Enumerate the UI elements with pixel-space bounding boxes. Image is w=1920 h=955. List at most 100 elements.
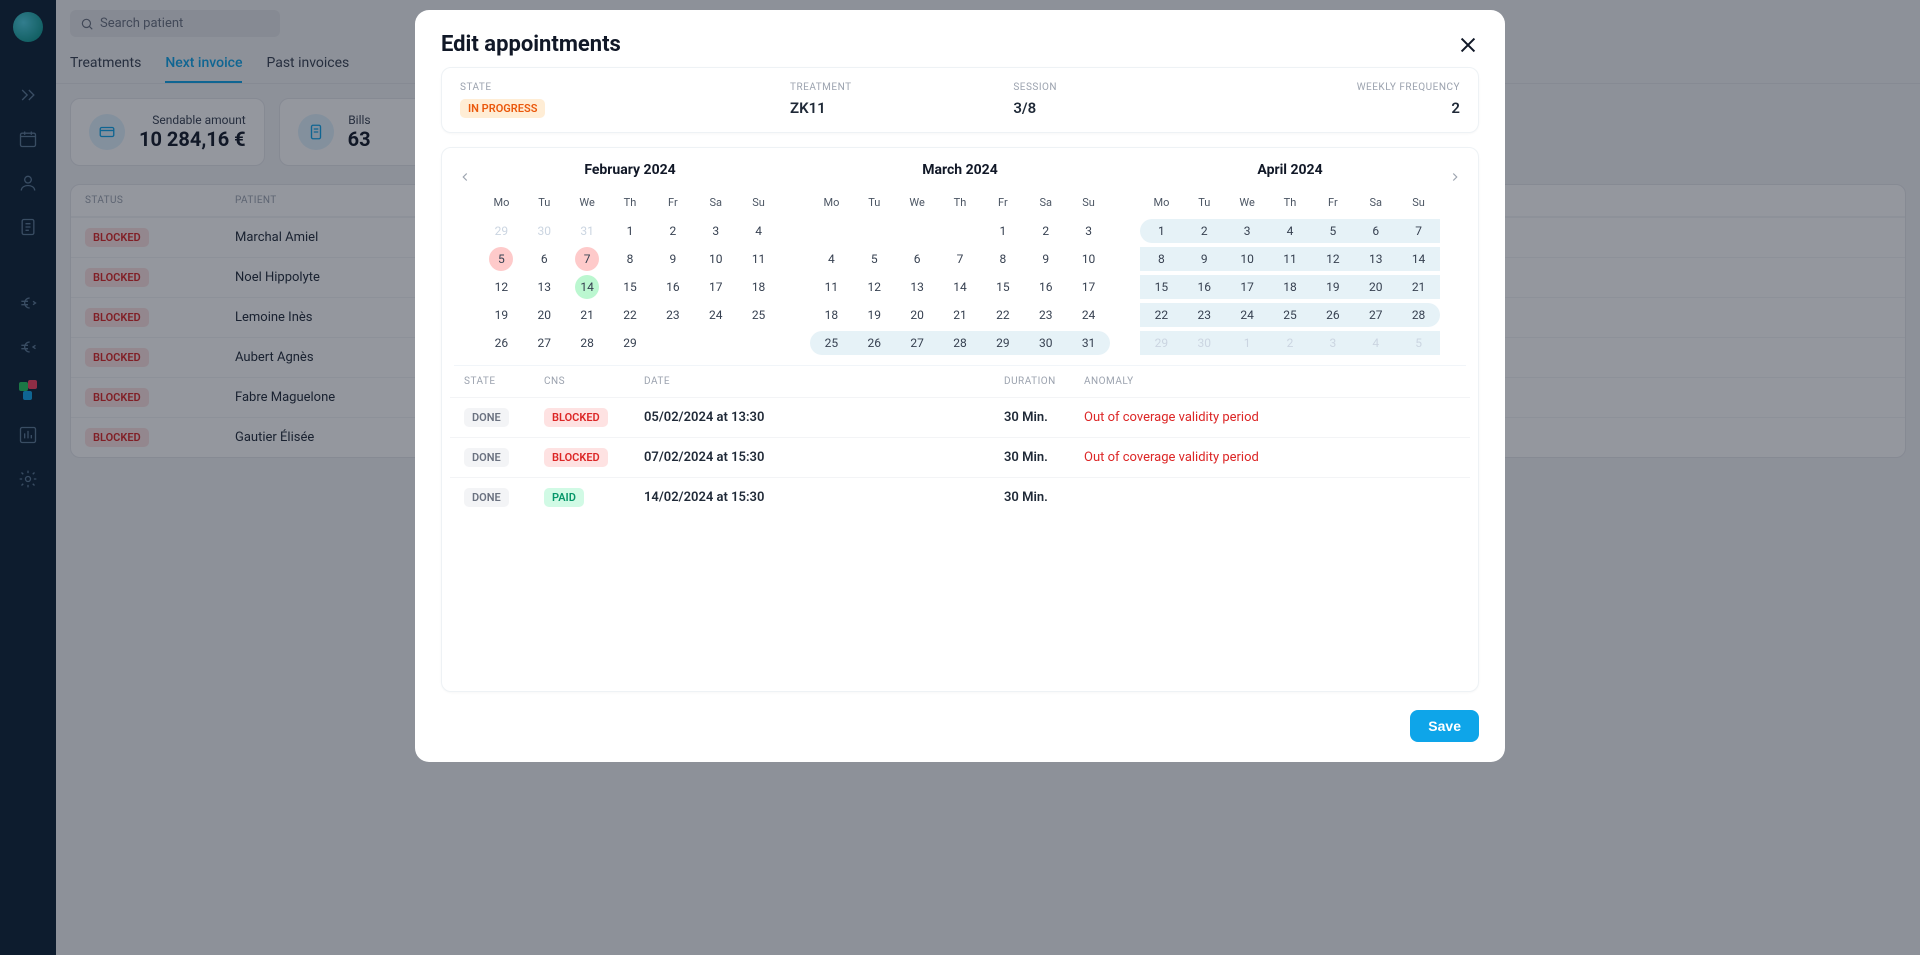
calendar-day[interactable]: 29	[609, 331, 652, 355]
calendar-day[interactable]: 4	[1354, 331, 1397, 355]
calendar-day[interactable]: 3	[1311, 331, 1354, 355]
calendar-day[interactable]: 28	[1397, 303, 1440, 327]
calendar-day[interactable]: 27	[523, 331, 566, 355]
calendar-day[interactable]: 13	[896, 275, 939, 299]
calendar-day[interactable]: 5	[480, 247, 523, 271]
calendar-day[interactable]: 9	[1024, 247, 1067, 271]
calendar-day[interactable]: 10	[694, 247, 737, 271]
calendar-day[interactable]: 12	[853, 275, 896, 299]
calendar-day[interactable]: 19	[1311, 275, 1354, 299]
calendar-day[interactable]: 22	[981, 303, 1024, 327]
calendar-day[interactable]: 21	[566, 303, 609, 327]
calendar-day[interactable]: 8	[981, 247, 1024, 271]
calendar-day[interactable]: 20	[1354, 275, 1397, 299]
calendar-day[interactable]: 29	[480, 219, 523, 243]
calendar-day[interactable]: 11	[1269, 247, 1312, 271]
next-month-button[interactable]	[1440, 162, 1470, 192]
calendar-day[interactable]: 15	[981, 275, 1024, 299]
close-button[interactable]	[1457, 34, 1479, 56]
calendar-day[interactable]: 10	[1067, 247, 1110, 271]
calendar-day[interactable]: 26	[480, 331, 523, 355]
calendar-day[interactable]: 13	[1354, 247, 1397, 271]
calendar-day[interactable]: 25	[810, 331, 853, 355]
calendar-day[interactable]: 17	[1226, 275, 1269, 299]
calendar-day[interactable]: 31	[566, 219, 609, 243]
calendar-day[interactable]: 29	[981, 331, 1024, 355]
calendar-day[interactable]: 7	[939, 247, 982, 271]
calendar-day[interactable]: 13	[523, 275, 566, 299]
calendar-day[interactable]: 18	[737, 275, 780, 299]
calendar-day[interactable]: 31	[1067, 331, 1110, 355]
calendar-day[interactable]: 28	[939, 331, 982, 355]
calendar-day[interactable]: 4	[737, 219, 780, 243]
calendar-day[interactable]: 27	[1354, 303, 1397, 327]
prev-month-button[interactable]	[450, 162, 480, 192]
calendar-day[interactable]: 1	[609, 219, 652, 243]
calendar-day[interactable]: 21	[939, 303, 982, 327]
calendar-day[interactable]: 22	[1140, 303, 1183, 327]
calendar-day[interactable]: 17	[1067, 275, 1110, 299]
calendar-day[interactable]: 15	[1140, 275, 1183, 299]
calendar-day[interactable]: 12	[1311, 247, 1354, 271]
calendar-day[interactable]: 25	[737, 303, 780, 327]
calendar-day[interactable]: 8	[609, 247, 652, 271]
calendar-day[interactable]: 5	[1311, 219, 1354, 243]
calendar-day[interactable]: 19	[480, 303, 523, 327]
calendar-day[interactable]: 24	[694, 303, 737, 327]
calendar-day[interactable]: 24	[1226, 303, 1269, 327]
calendar-day[interactable]: 28	[566, 331, 609, 355]
calendar-day[interactable]: 8	[1140, 247, 1183, 271]
calendar-day[interactable]: 20	[896, 303, 939, 327]
calendar-day[interactable]: 19	[853, 303, 896, 327]
calendar-day[interactable]: 20	[523, 303, 566, 327]
calendar-day[interactable]: 11	[810, 275, 853, 299]
calendar-day[interactable]: 3	[1067, 219, 1110, 243]
calendar-day[interactable]: 30	[1024, 331, 1067, 355]
calendar-day[interactable]: 2	[1183, 219, 1226, 243]
calendar-day[interactable]: 2	[1024, 219, 1067, 243]
calendar-day[interactable]: 18	[810, 303, 853, 327]
appointment-row[interactable]: DONEBLOCKED05/02/2024 at 13:3030 Min.Out…	[450, 397, 1470, 437]
calendar-day[interactable]: 16	[1024, 275, 1067, 299]
calendar-day[interactable]: 9	[651, 247, 694, 271]
calendar-day[interactable]: 26	[853, 331, 896, 355]
calendar-day[interactable]: 23	[651, 303, 694, 327]
calendar-day[interactable]: 10	[1226, 247, 1269, 271]
calendar-day[interactable]: 2	[651, 219, 694, 243]
calendar-day[interactable]: 12	[480, 275, 523, 299]
calendar-day[interactable]: 5	[853, 247, 896, 271]
calendar-day[interactable]: 4	[810, 247, 853, 271]
calendar-day[interactable]: 7	[566, 247, 609, 271]
calendar-day[interactable]: 1	[1140, 219, 1183, 243]
calendar-day[interactable]: 26	[1311, 303, 1354, 327]
calendar-day[interactable]: 1	[1226, 331, 1269, 355]
save-button[interactable]: Save	[1410, 710, 1479, 742]
calendar-day[interactable]: 3	[694, 219, 737, 243]
calendar-day[interactable]: 15	[609, 275, 652, 299]
modal-overlay[interactable]: Edit appointments STATE IN PROGRESS TREA…	[0, 0, 1920, 955]
calendar-day[interactable]: 14	[1397, 247, 1440, 271]
calendar-day[interactable]: 2	[1269, 331, 1312, 355]
calendar-day[interactable]: 21	[1397, 275, 1440, 299]
calendar-day[interactable]: 11	[737, 247, 780, 271]
calendar-day[interactable]: 18	[1269, 275, 1312, 299]
calendar-day[interactable]: 29	[1140, 331, 1183, 355]
calendar-day[interactable]: 14	[939, 275, 982, 299]
calendar-day[interactable]: 16	[651, 275, 694, 299]
calendar-day[interactable]: 30	[1183, 331, 1226, 355]
calendar-day[interactable]: 5	[1397, 331, 1440, 355]
calendar-day[interactable]: 6	[1354, 219, 1397, 243]
calendar-day[interactable]: 23	[1183, 303, 1226, 327]
calendar-day[interactable]: 22	[609, 303, 652, 327]
calendar-day[interactable]: 17	[694, 275, 737, 299]
appointment-row[interactable]: DONEBLOCKED07/02/2024 at 15:3030 Min.Out…	[450, 437, 1470, 477]
calendar-day[interactable]: 4	[1269, 219, 1312, 243]
calendar-day[interactable]: 24	[1067, 303, 1110, 327]
calendar-day[interactable]: 3	[1226, 219, 1269, 243]
calendar-day[interactable]: 6	[896, 247, 939, 271]
calendar-day[interactable]: 16	[1183, 275, 1226, 299]
calendar-day[interactable]: 14	[566, 275, 609, 299]
appointment-row[interactable]: DONEPAID14/02/2024 at 15:3030 Min.	[450, 477, 1470, 517]
calendar-day[interactable]: 6	[523, 247, 566, 271]
calendar-day[interactable]: 23	[1024, 303, 1067, 327]
